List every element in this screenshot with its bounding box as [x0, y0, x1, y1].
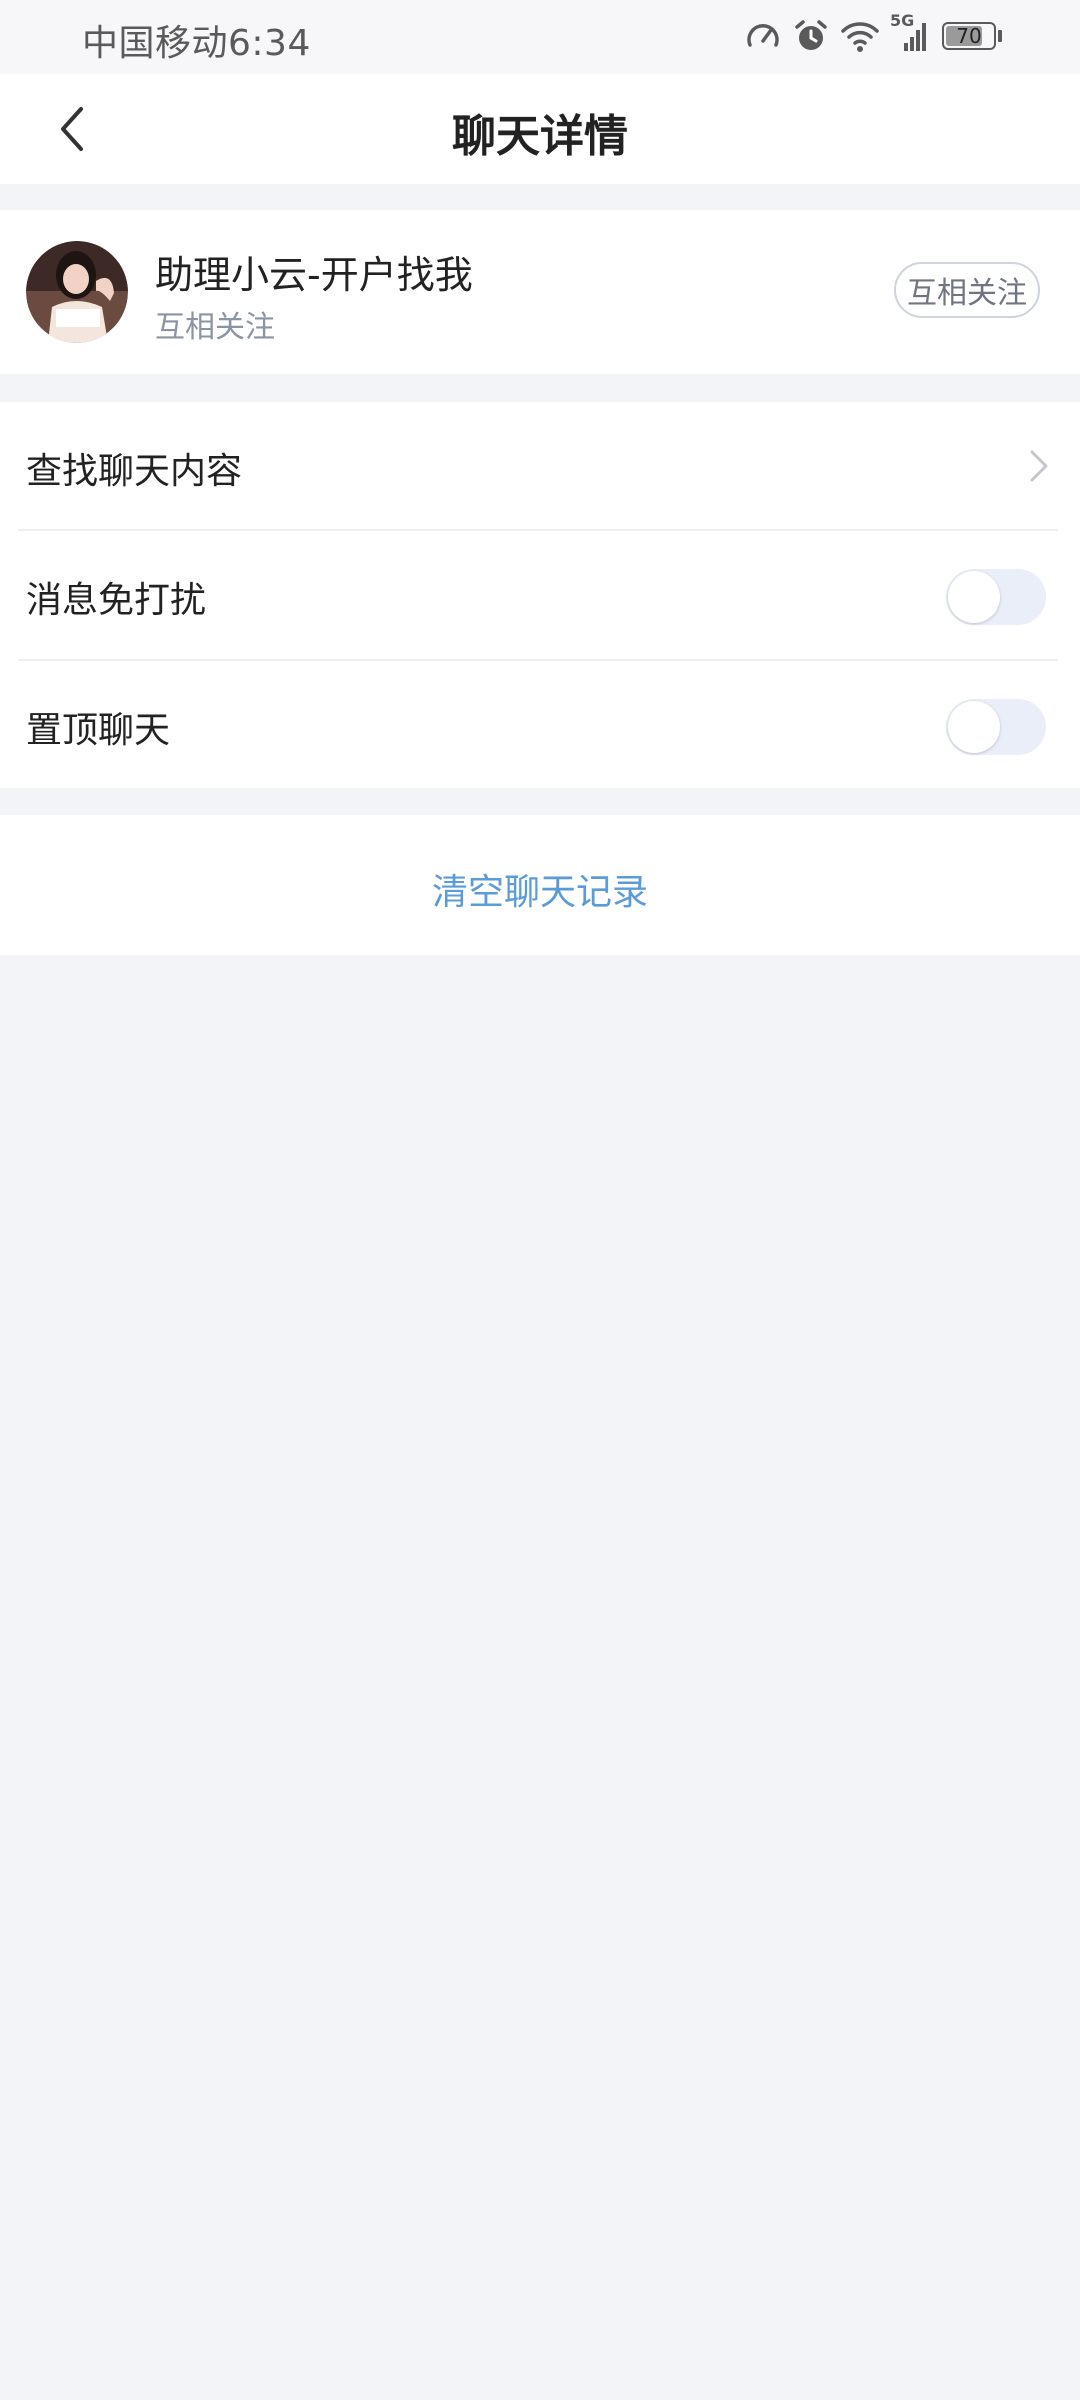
- pin-chat-row: 置顶聊天: [0, 661, 1080, 789]
- row-label: 消息免打扰: [26, 580, 207, 621]
- chevron-right-icon: [1028, 448, 1050, 488]
- relation-label: 互相关注: [155, 310, 275, 345]
- search-chat-content-row[interactable]: 查找聊天内容: [0, 402, 1080, 530]
- mute-notifications-toggle[interactable]: [946, 569, 1046, 625]
- toggle-knob: [948, 571, 1000, 623]
- row-label: 置顶聊天: [26, 710, 171, 751]
- row-label: 查找聊天内容: [26, 451, 243, 492]
- profile-name: 助理小云-开户找我: [155, 253, 473, 297]
- wifi-icon: [840, 17, 880, 55]
- app-header: 聊天详情: [0, 74, 1080, 184]
- pin-chat-toggle[interactable]: [946, 699, 1046, 755]
- network-type: 5G: [890, 11, 915, 30]
- clear-history-card: 清空聊天记录: [0, 815, 1080, 955]
- speedometer-icon: [744, 17, 782, 55]
- battery-level: 70: [956, 24, 982, 48]
- clock-time: 6:34: [228, 23, 311, 64]
- status-icons: 5G 70: [744, 11, 1004, 58]
- follow-button[interactable]: 互相关注: [894, 262, 1040, 318]
- status-bar: 中国移动6:34 5G 70: [0, 0, 1080, 74]
- signal-icon: 5G: [890, 11, 932, 55]
- battery-icon: 70: [942, 20, 1004, 52]
- settings-list: 查找聊天内容 消息免打扰 置顶聊天: [0, 402, 1080, 788]
- alarm-icon: [792, 17, 830, 55]
- page-title: 聊天详情: [452, 111, 628, 162]
- clear-chat-history-button[interactable]: 清空聊天记录: [0, 863, 1080, 915]
- avatar[interactable]: [26, 241, 128, 343]
- profile-card[interactable]: 助理小云-开户找我 互相关注 互相关注: [0, 210, 1080, 374]
- carrier-name: 中国移动: [82, 23, 229, 64]
- mute-notifications-row: 消息免打扰: [0, 531, 1080, 659]
- toggle-knob: [948, 701, 1000, 753]
- carrier-time: 中国移动6:34: [82, 14, 311, 66]
